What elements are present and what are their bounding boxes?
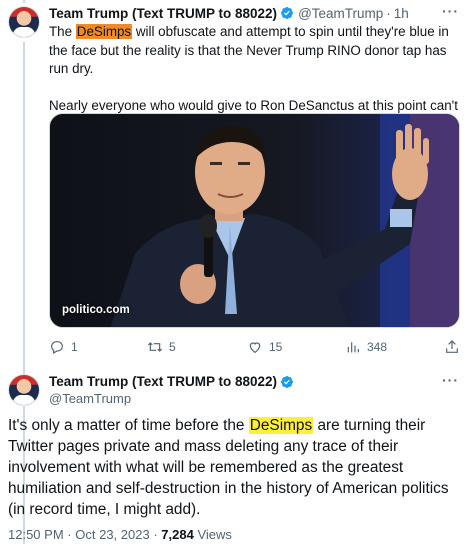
handle[interactable]: @TeamTrump: [49, 391, 131, 406]
views-label: Views: [193, 527, 232, 542]
thread-line-top: [23, 0, 25, 3]
share-button[interactable]: [444, 337, 466, 357]
photo-speaker: [50, 114, 459, 327]
heart-icon: [249, 342, 261, 354]
reply-button[interactable]: 1: [49, 337, 78, 357]
retweet-count: 5: [169, 340, 176, 354]
more-options-icon[interactable]: ···: [442, 372, 459, 388]
tweet-text-part: It's only a matter of time before the: [8, 417, 249, 434]
handle[interactable]: @TeamTrump: [298, 6, 383, 21]
tweet-date[interactable]: Oct 23, 2023: [75, 527, 149, 542]
tweet-time[interactable]: 1h: [394, 6, 409, 21]
retweet-icon: [147, 342, 163, 352]
like-button[interactable]: 15: [247, 337, 282, 357]
reply-count: 1: [71, 340, 78, 354]
views-count: 348: [367, 340, 388, 354]
media-source-label: politico.com: [62, 304, 130, 316]
tweet-header: Team Trump (Text TRUMP to 88022): [49, 374, 298, 389]
display-name[interactable]: Team Trump (Text TRUMP to 88022): [49, 6, 277, 21]
analytics-icon: [347, 342, 359, 353]
verified-badge-icon[interactable]: [280, 375, 294, 389]
dot-separator: ·: [386, 5, 391, 21]
tweet-text: It's only a matter of time before the De…: [8, 415, 458, 520]
tweet-meta: 12:50 PM · Oct 23, 2023 · 7,284 Views: [8, 527, 232, 542]
share-icon: [446, 340, 458, 353]
verified-badge-icon[interactable]: [280, 6, 294, 20]
action-bar: 1 5 15 348: [49, 337, 462, 357]
like-count: 15: [269, 340, 283, 354]
display-name[interactable]: Team Trump (Text TRUMP to 88022): [49, 374, 277, 389]
highlighted-word: DeSimps: [248, 417, 314, 434]
tweet-text-part: The: [49, 24, 76, 39]
tweet-time[interactable]: 12:50 PM: [8, 527, 64, 542]
retweet-button[interactable]: 5: [147, 337, 176, 357]
tweet-header: Team Trump (Text TRUMP to 88022) @TeamTr…: [49, 4, 409, 22]
media-card[interactable]: politico.com: [49, 113, 460, 328]
dot-separator: ·: [67, 527, 72, 542]
views-button[interactable]: 348: [345, 337, 387, 357]
more-options-icon[interactable]: ···: [442, 3, 459, 19]
views-count: 7,284: [161, 527, 194, 542]
avatar[interactable]: [8, 374, 40, 406]
highlighted-word: DeSimps: [75, 24, 133, 39]
avatar[interactable]: [8, 6, 40, 38]
reply-icon: [51, 341, 63, 355]
dot-separator: ·: [153, 527, 158, 542]
